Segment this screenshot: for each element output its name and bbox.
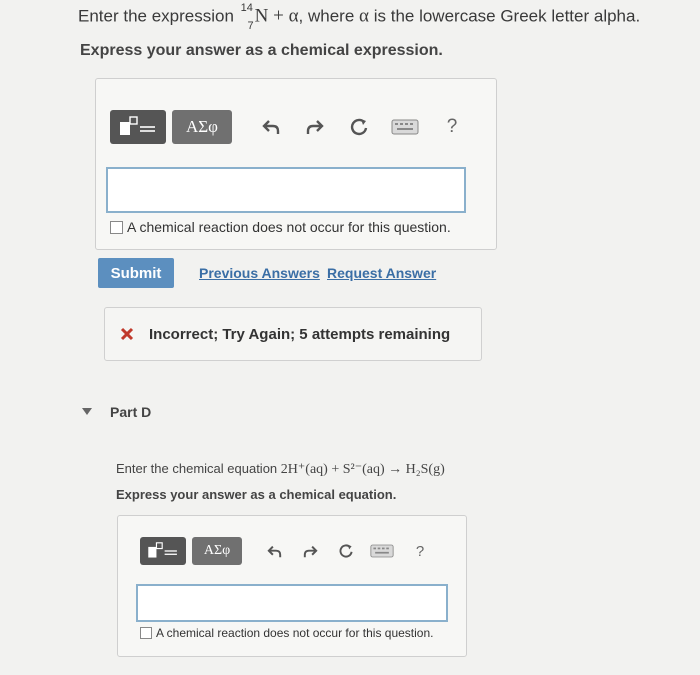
reset-icon[interactable] bbox=[344, 112, 374, 142]
math-toolbar: ΑΣφ ? bbox=[110, 109, 480, 145]
part-d-undo-icon[interactable] bbox=[262, 539, 286, 563]
submit-button[interactable]: Submit bbox=[98, 258, 174, 288]
greek-letters-button[interactable]: ΑΣφ bbox=[172, 110, 232, 144]
undo-icon[interactable] bbox=[256, 112, 286, 142]
templates-icon bbox=[148, 542, 177, 558]
question-instruction: Express your answer as a chemical expres… bbox=[80, 42, 443, 59]
part-d-prompt: Enter the chemical equation 2H⁺(aq) + S²… bbox=[116, 461, 445, 477]
templates-icon bbox=[120, 116, 155, 135]
part-d-reset-icon[interactable] bbox=[334, 539, 358, 563]
help-button[interactable]: ? bbox=[440, 112, 464, 142]
part-d-instruction: Express your answer as a chemical equati… bbox=[116, 487, 397, 502]
part-d-equation: 2H⁺(aq) + S²⁻(aq) → H₂S(g) bbox=[280, 462, 445, 477]
collapse-arrow-icon[interactable] bbox=[82, 408, 92, 416]
templates-button[interactable] bbox=[110, 110, 166, 144]
part-d-no-reaction-checkbox[interactable]: A chemical reaction does not occur for t… bbox=[140, 626, 433, 640]
answer-input[interactable] bbox=[106, 167, 466, 213]
answer-panel: ΑΣφ ? A chemical reaction does not occur… bbox=[95, 78, 497, 250]
part-d-help-button[interactable]: ? bbox=[410, 539, 430, 563]
redo-icon[interactable] bbox=[300, 112, 330, 142]
no-reaction-checkbox[interactable]: A chemical reaction does not occur for t… bbox=[110, 219, 451, 235]
feedback-text: Incorrect; Try Again; 5 attempts remaini… bbox=[149, 325, 451, 343]
part-d-greek-letters-button[interactable]: ΑΣφ bbox=[192, 537, 242, 565]
part-d-math-toolbar: ΑΣφ ? bbox=[140, 536, 460, 566]
question-text: Enter the expression 14 7 N + α, where α… bbox=[78, 2, 641, 32]
part-d-redo-icon[interactable] bbox=[298, 539, 322, 563]
part-d-templates-button[interactable] bbox=[140, 537, 186, 565]
previous-answers-link[interactable]: Previous Answers bbox=[199, 265, 320, 281]
part-d-answer-panel: ΑΣφ ? A chemical reaction does not occur… bbox=[117, 515, 467, 657]
checkbox-box[interactable] bbox=[140, 627, 152, 639]
part-d-answer-input[interactable] bbox=[136, 584, 448, 622]
feedback-box: Incorrect; Try Again; 5 attempts remaini… bbox=[104, 307, 482, 361]
checkbox-box[interactable] bbox=[110, 220, 123, 234]
part-d-keyboard-icon[interactable] bbox=[368, 539, 396, 563]
isotope-notation: 14 7 bbox=[240, 2, 254, 32]
request-answer-link[interactable]: Request Answer bbox=[327, 265, 436, 281]
keyboard-icon[interactable] bbox=[388, 112, 422, 142]
error-x-icon bbox=[120, 327, 134, 341]
part-d-title: Part D bbox=[110, 404, 152, 420]
